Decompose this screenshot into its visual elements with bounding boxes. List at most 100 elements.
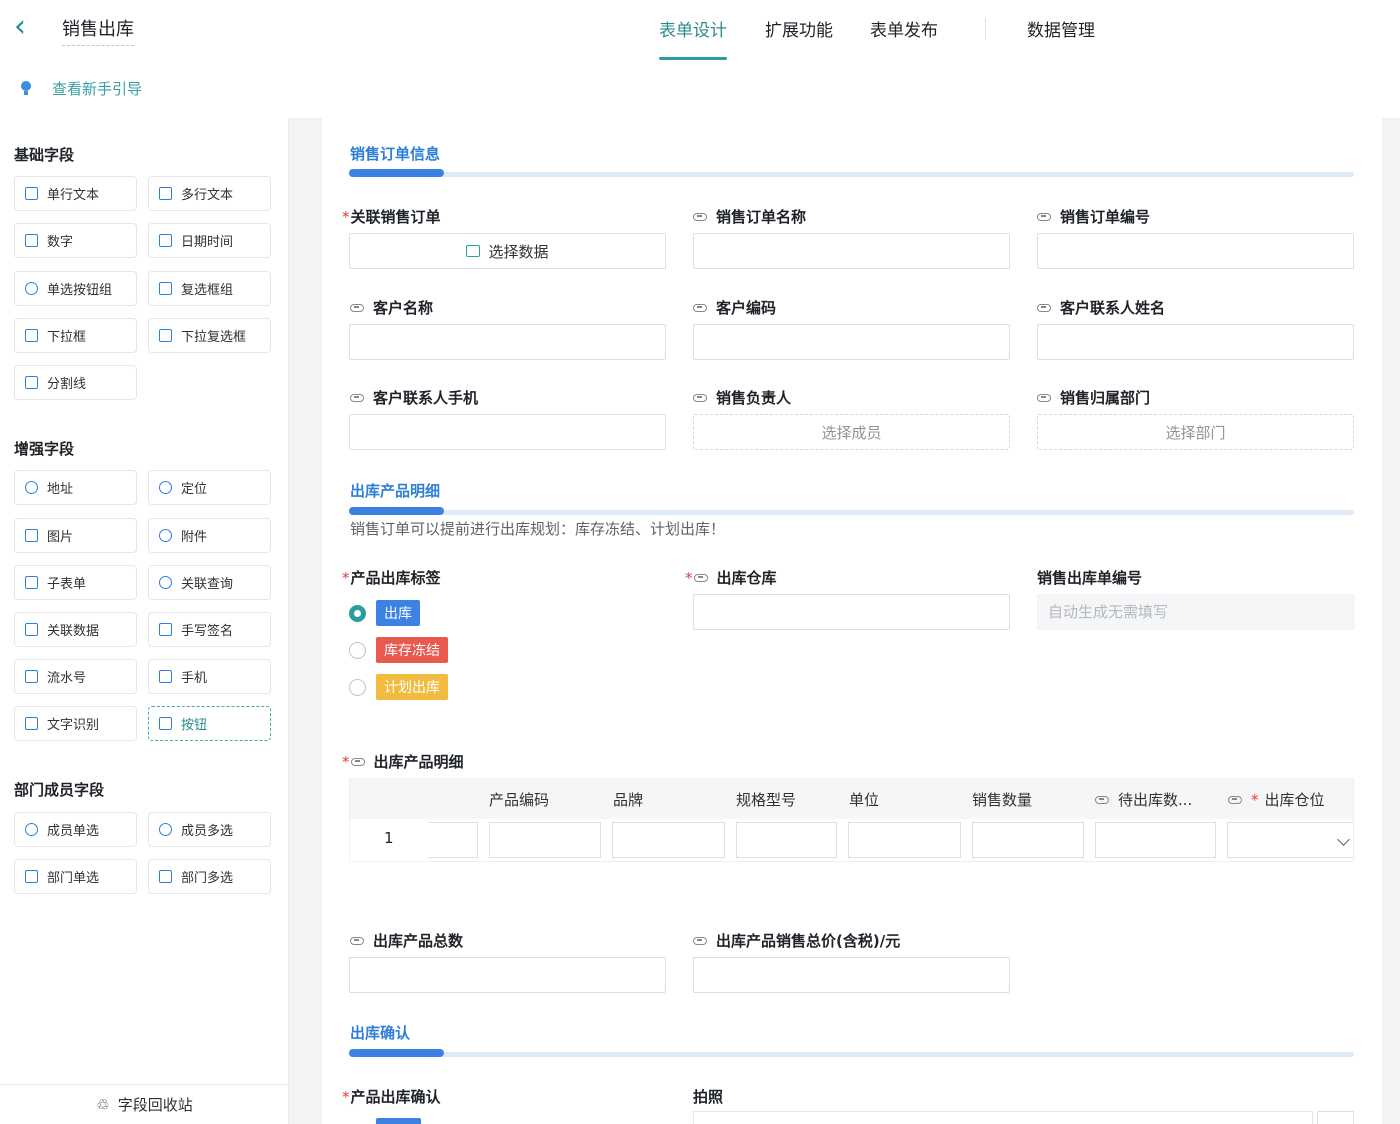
photo-upload-area[interactable] xyxy=(693,1111,1313,1124)
link-icon xyxy=(1037,303,1051,312)
table-cell-input[interactable] xyxy=(1095,822,1216,858)
field-divider[interactable]: 分割线 xyxy=(14,365,137,400)
field-label-out-tag: * 产品出库标签 xyxy=(342,568,441,588)
field-label: 文字识别 xyxy=(47,718,100,733)
field-serial-number[interactable]: 流水号 xyxy=(14,659,137,694)
field-datetime[interactable]: 日期时间 xyxy=(148,223,271,258)
table-cell-input[interactable] xyxy=(736,822,837,858)
field-label: 多行文本 xyxy=(181,188,234,203)
field-location[interactable]: 定位 xyxy=(148,470,271,505)
field-ocr[interactable]: 文字识别 xyxy=(14,706,137,741)
table-cell-input[interactable] xyxy=(612,822,725,858)
field-related-data[interactable]: 关联数据 xyxy=(14,612,137,647)
field-phone[interactable]: 手机 xyxy=(148,659,271,694)
field-dept-multi[interactable]: 部门多选 xyxy=(148,859,271,894)
field-dropdown[interactable]: 下拉框 xyxy=(14,318,137,353)
field-single-text[interactable]: 单行文本 xyxy=(14,176,137,211)
radio-option-plan[interactable]: 计划出库 xyxy=(349,674,448,700)
link-icon xyxy=(1228,795,1242,804)
dept-fields-title: 部门成员字段 xyxy=(14,781,105,799)
contact-name-input[interactable] xyxy=(1037,324,1354,360)
field-label-photo: 拍照 xyxy=(693,1088,724,1106)
select-data-button[interactable]: 选择数据 xyxy=(349,233,666,269)
field-address[interactable]: 地址 xyxy=(14,470,137,505)
field-multi-text[interactable]: 多行文本 xyxy=(148,176,271,211)
newbie-guide-link[interactable]: 查看新手引导 xyxy=(20,78,142,99)
radio-option-freeze[interactable]: 库存冻结 xyxy=(349,637,448,663)
table-cell-input[interactable] xyxy=(428,822,478,858)
field-label-customer-code: 客户编码 xyxy=(693,297,776,318)
link-icon xyxy=(350,936,364,945)
field-label: 单行文本 xyxy=(47,188,100,203)
field-dept-single[interactable]: 部门单选 xyxy=(14,859,137,894)
lightbulb-icon xyxy=(20,81,32,96)
total-price-input[interactable] xyxy=(693,957,1010,993)
customer-name-input[interactable] xyxy=(349,324,666,360)
field-label: 手写签名 xyxy=(181,624,234,639)
field-label: 关联查询 xyxy=(181,577,234,592)
field-radio-group[interactable]: 单选按钮组 xyxy=(14,271,137,306)
table-cell-input[interactable] xyxy=(848,822,961,858)
field-label: 成员单选 xyxy=(47,824,100,839)
link-icon xyxy=(1095,795,1109,804)
tag-freeze: 库存冻结 xyxy=(376,637,448,663)
field-label: 复选框组 xyxy=(181,283,234,298)
customer-code-input[interactable] xyxy=(693,324,1010,360)
location-select[interactable] xyxy=(1227,822,1353,858)
field-subform[interactable]: 子表单 xyxy=(14,565,137,600)
camera-button[interactable] xyxy=(1317,1111,1354,1124)
field-label: 关联数据 xyxy=(47,624,100,639)
field-label: 部门单选 xyxy=(47,871,100,886)
field-member-multi[interactable]: 成员多选 xyxy=(148,812,271,847)
tab-divider xyxy=(985,18,986,40)
field-label: 按钮 xyxy=(181,718,208,733)
field-image[interactable]: 图片 xyxy=(14,518,137,553)
select-member-field[interactable]: 选择成员 xyxy=(693,414,1010,450)
field-attachment[interactable]: 附件 xyxy=(148,518,271,553)
col-header: 单位 xyxy=(849,791,880,809)
depts-icon xyxy=(159,870,172,883)
guide-label: 查看新手引导 xyxy=(52,80,143,98)
contact-phone-input[interactable] xyxy=(349,414,666,450)
field-member-single[interactable]: 成员单选 xyxy=(14,812,137,847)
link-icon xyxy=(693,303,707,312)
section-hint: 销售订单可以提前进行出库规划：库存冻结、计划出库！ xyxy=(350,520,726,538)
field-label-total-price: 出库产品销售总价(含税)/元 xyxy=(693,930,900,951)
section-title-product-detail: 出库产品明细 xyxy=(350,482,441,500)
link-icon xyxy=(1037,393,1051,402)
divider-icon xyxy=(25,376,38,389)
field-label-total-count: 出库产品总数 xyxy=(350,930,463,951)
order-name-input[interactable] xyxy=(693,233,1010,269)
text-icon xyxy=(25,187,38,200)
field-multi-dropdown[interactable]: 下拉复选框 xyxy=(148,318,271,353)
field-signature[interactable]: 手写签名 xyxy=(148,612,271,647)
tab-publish[interactable]: 表单发布 xyxy=(870,16,938,60)
field-button[interactable]: 按钮 xyxy=(148,706,271,741)
field-recycle-bin[interactable]: ♲ 字段回收站 xyxy=(0,1084,289,1124)
link-icon xyxy=(693,212,707,221)
field-related-query[interactable]: 关联查询 xyxy=(148,565,271,600)
radio-icon xyxy=(25,282,38,295)
order-no-input[interactable] xyxy=(1037,233,1354,269)
table-cell-input[interactable] xyxy=(972,822,1084,858)
top-tabs: 表单设计 扩展功能 表单发布 数据管理 xyxy=(0,14,1400,60)
field-label: 成员多选 xyxy=(181,824,234,839)
total-count-input[interactable] xyxy=(349,957,666,993)
tag-plan: 计划出库 xyxy=(376,674,448,700)
tab-data-management[interactable]: 数据管理 xyxy=(1027,16,1095,60)
warehouse-input[interactable] xyxy=(693,594,1010,630)
tab-extensions[interactable]: 扩展功能 xyxy=(765,16,833,60)
table-cell-input[interactable] xyxy=(489,822,601,858)
field-number[interactable]: 数字 xyxy=(14,223,137,258)
field-label-contact-phone: 客户联系人手机 xyxy=(350,387,478,408)
link-icon xyxy=(693,393,707,402)
button-icon xyxy=(159,717,172,730)
section-title-confirm: 出库确认 xyxy=(350,1024,411,1042)
radio-option-out[interactable]: 出库 xyxy=(349,600,420,626)
dropdown-icon xyxy=(25,329,38,342)
serial-icon xyxy=(25,670,38,683)
field-label: 流水号 xyxy=(47,671,87,686)
select-dept-field[interactable]: 选择部门 xyxy=(1037,414,1354,450)
field-checkbox-group[interactable]: 复选框组 xyxy=(148,271,271,306)
tab-form-design[interactable]: 表单设计 xyxy=(659,16,727,60)
